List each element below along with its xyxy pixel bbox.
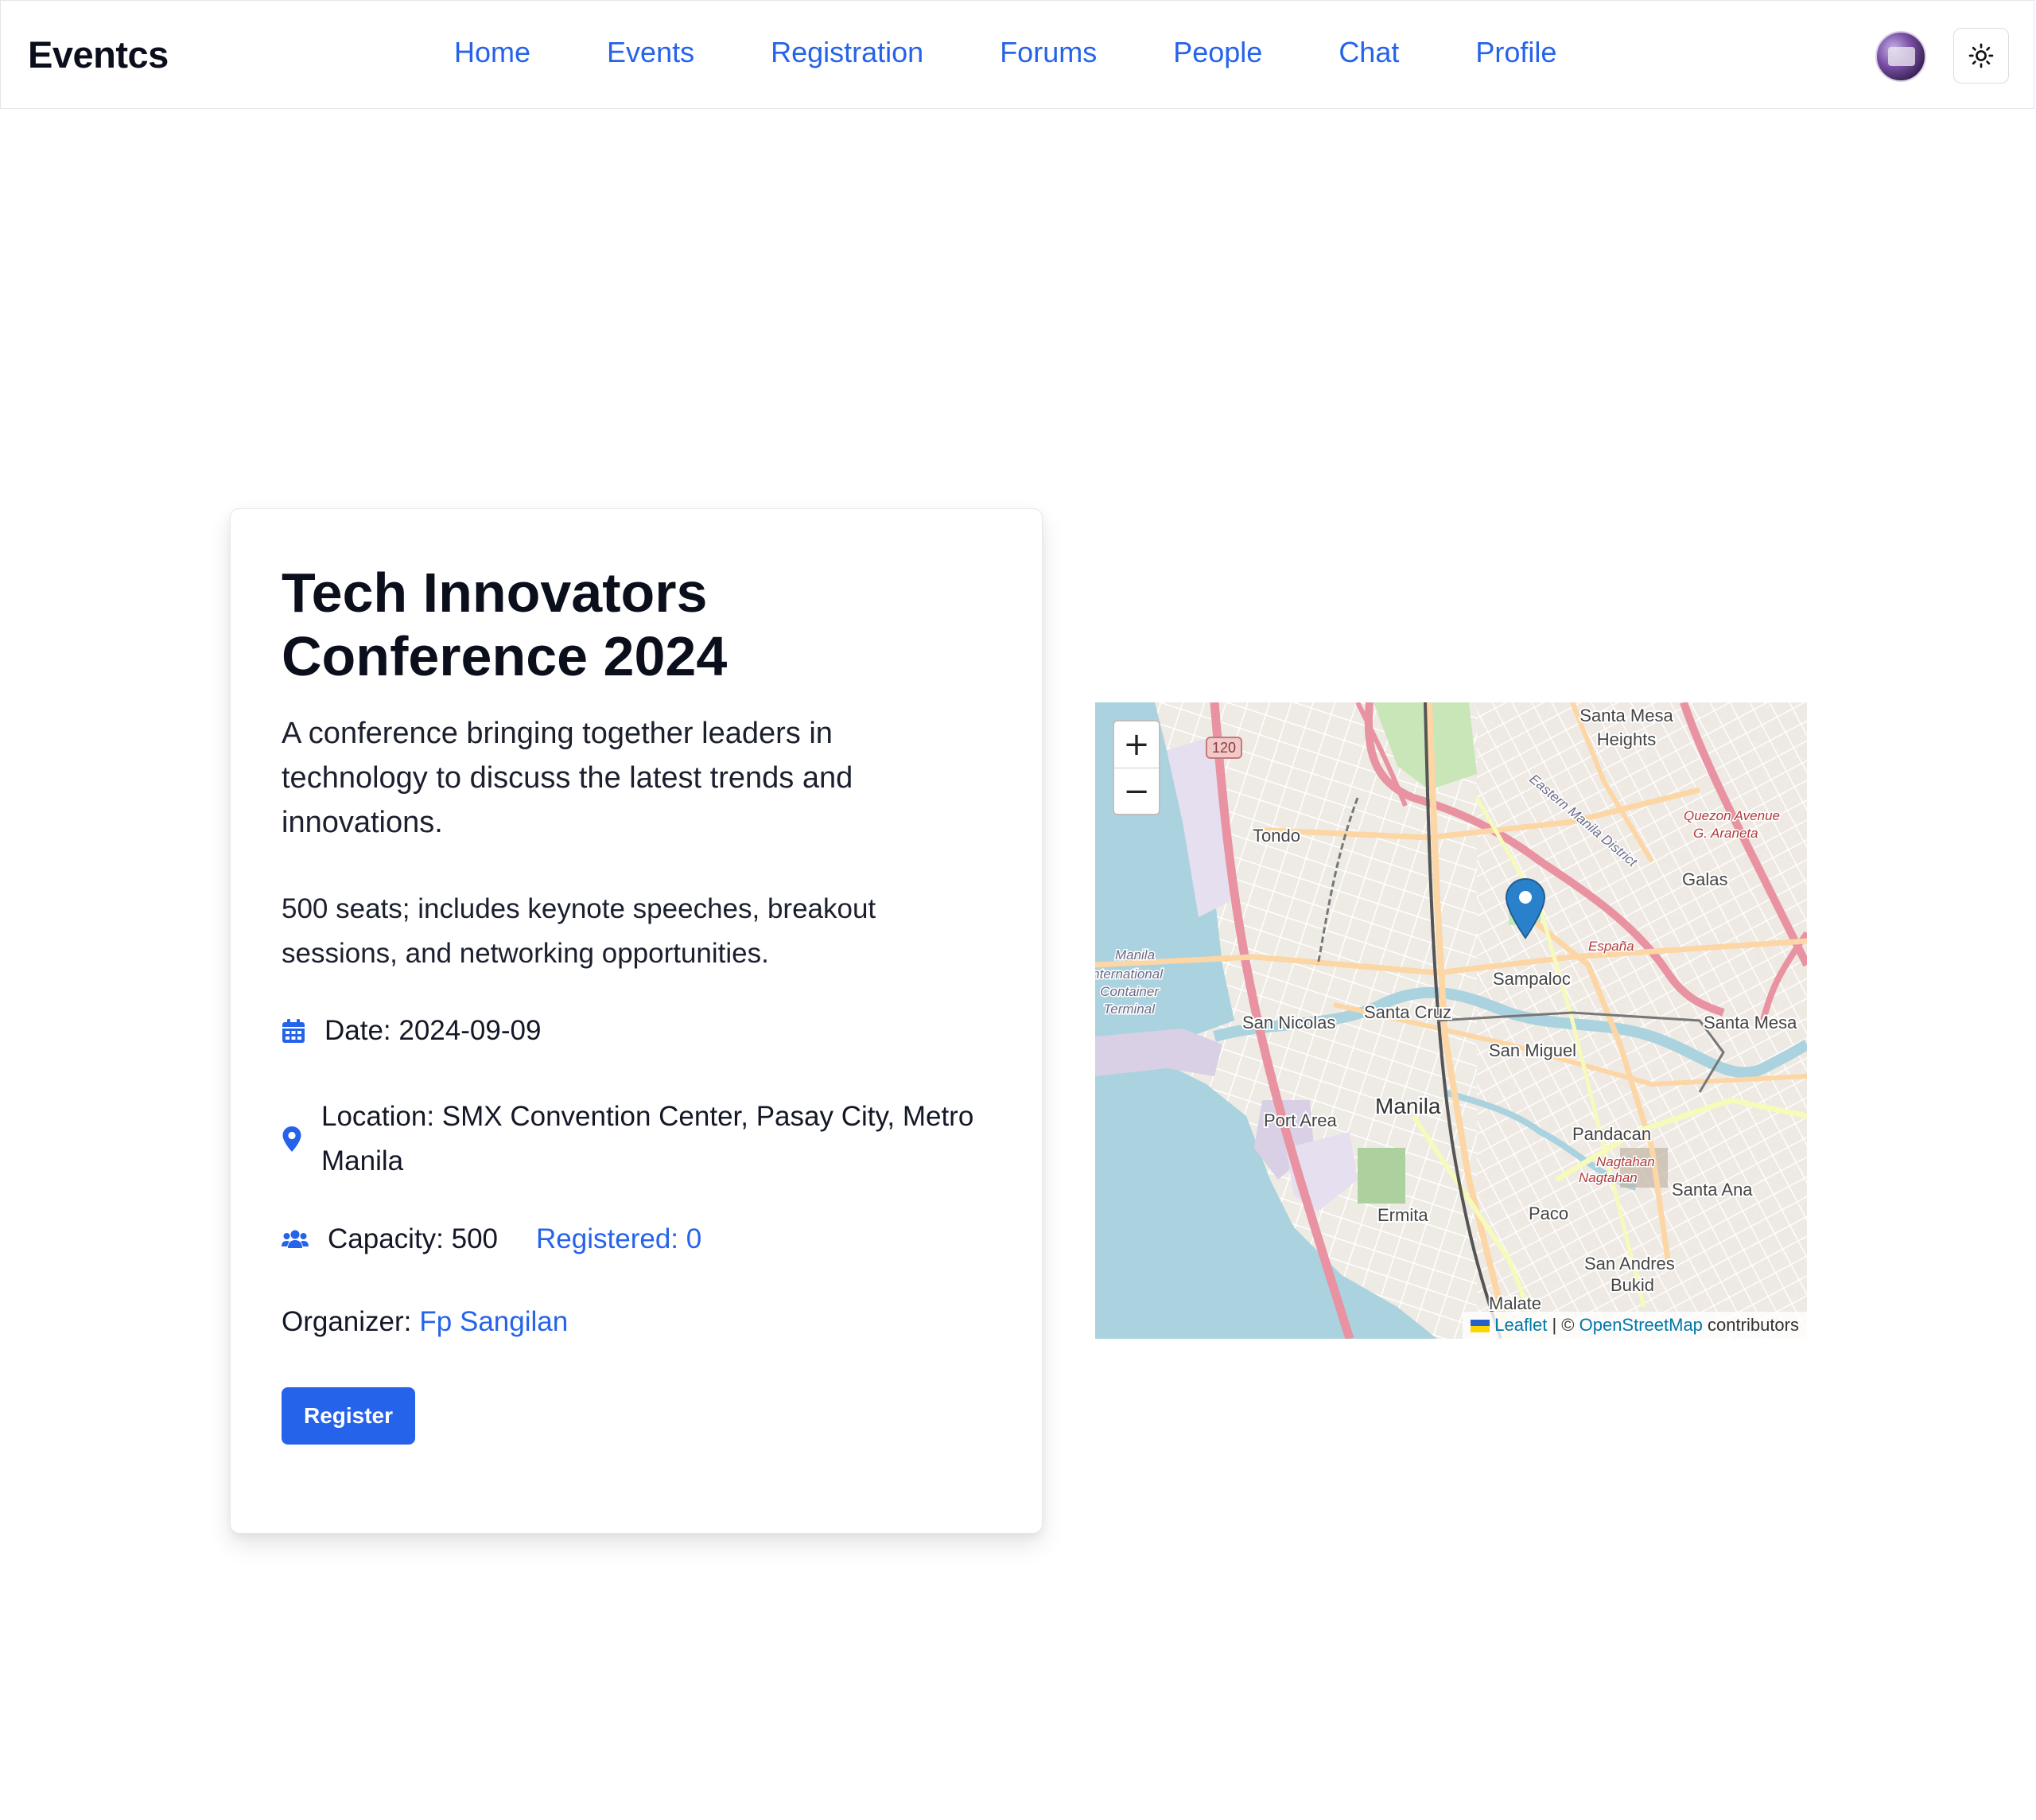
- svg-text:Malate: Malate: [1489, 1293, 1541, 1313]
- event-card: Tech Innovators Conference 2024 A confer…: [230, 508, 1043, 1534]
- event-description: A conference bringing together leaders i…: [282, 717, 853, 839]
- svg-text:Nagtahan: Nagtahan: [1596, 1154, 1655, 1169]
- svg-text:Nagtahan: Nagtahan: [1579, 1170, 1638, 1185]
- event-date-row: Date: 2024-09-09: [282, 1015, 541, 1047]
- nav-home[interactable]: Home: [454, 36, 530, 69]
- event-title: Tech Innovators Conference 2024: [282, 562, 728, 687]
- event-date: Date: 2024-09-09: [324, 1015, 542, 1046]
- sun-icon: [1968, 43, 1994, 68]
- map-pin-icon: [282, 1126, 301, 1152]
- svg-text:Paco: Paco: [1529, 1204, 1568, 1223]
- svg-text:Terminal: Terminal: [1103, 1001, 1156, 1017]
- calendar-icon: [282, 1019, 305, 1043]
- svg-text:Manila: Manila: [1115, 947, 1155, 962]
- svg-text:Santa Cruz: Santa Cruz: [1364, 1002, 1451, 1022]
- event-organizer-row: Organizer: Fp Sangilan: [282, 1306, 568, 1338]
- zoom-in-button[interactable]: +: [1114, 721, 1159, 768]
- svg-text:Heights: Heights: [1597, 729, 1657, 749]
- map-zoom-control: + −: [1113, 720, 1160, 815]
- svg-text:Port Area: Port Area: [1264, 1110, 1337, 1130]
- svg-text:España: España: [1588, 939, 1634, 954]
- nav-registration[interactable]: Registration: [771, 36, 923, 69]
- brand-logo[interactable]: Eventcs: [28, 33, 169, 76]
- svg-text:Sampaloc: Sampaloc: [1493, 969, 1571, 989]
- register-button[interactable]: Register: [282, 1387, 415, 1445]
- organizer-label: Organizer:: [282, 1306, 412, 1337]
- attribution-suffix: contributors: [1708, 1315, 1799, 1335]
- svg-text:San Miguel: San Miguel: [1489, 1040, 1576, 1060]
- nav-people[interactable]: People: [1173, 36, 1262, 69]
- event-details: 500 seats; includes keynote speeches, br…: [282, 893, 876, 969]
- event-capacity: Capacity: 500: [328, 1223, 499, 1254]
- user-avatar[interactable]: [1875, 31, 1926, 82]
- event-location: Location: SMX Convention Center, Pasay C…: [321, 1101, 974, 1176]
- svg-text:Manila: Manila: [1375, 1094, 1441, 1118]
- svg-text:Santa Mesa: Santa Mesa: [1579, 706, 1673, 725]
- nav-chat[interactable]: Chat: [1339, 36, 1399, 69]
- map-tiles[interactable]: 120 Santa Mesa Heights Tondo Galas Sampa…: [1095, 702, 1807, 1339]
- svg-text:Santa Ana: Santa Ana: [1672, 1180, 1753, 1200]
- svg-text:120: 120: [1212, 740, 1236, 756]
- nav-profile[interactable]: Profile: [1475, 36, 1556, 69]
- svg-text:Galas: Galas: [1682, 869, 1727, 889]
- svg-text:Santa Mesa: Santa Mesa: [1704, 1013, 1797, 1032]
- event-capacity-row: Capacity: 500 Registered: 0: [282, 1223, 701, 1255]
- theme-toggle-button[interactable]: [1953, 28, 2009, 84]
- svg-text:San Nicolas: San Nicolas: [1242, 1013, 1335, 1032]
- nav-links: Home Events Registration Forums People C…: [454, 36, 1556, 69]
- svg-text:San Andres: San Andres: [1584, 1254, 1675, 1274]
- svg-text:Pandacan: Pandacan: [1572, 1124, 1651, 1144]
- svg-text:G. Araneta: G. Araneta: [1693, 826, 1758, 841]
- attribution-separator: | ©: [1552, 1315, 1575, 1335]
- nav-events[interactable]: Events: [607, 36, 694, 69]
- map-attribution: Leaflet | © OpenStreetMap contributors: [1463, 1312, 1807, 1339]
- openstreetmap-link[interactable]: OpenStreetMap: [1579, 1315, 1703, 1335]
- leaflet-link[interactable]: Leaflet: [1494, 1315, 1547, 1335]
- event-map[interactable]: 120 Santa Mesa Heights Tondo Galas Sampa…: [1095, 702, 1807, 1339]
- svg-text:Bukid: Bukid: [1611, 1275, 1654, 1295]
- top-navbar: Eventcs Home Events Registration Forums …: [0, 0, 2034, 109]
- users-icon: [282, 1230, 309, 1248]
- zoom-out-button[interactable]: −: [1114, 768, 1159, 815]
- ukraine-flag-icon: [1471, 1320, 1490, 1332]
- svg-text:Quezon Avenue: Quezon Avenue: [1684, 808, 1780, 823]
- svg-text:Container: Container: [1100, 984, 1160, 999]
- svg-text:International: International: [1095, 966, 1164, 982]
- organizer-link[interactable]: Fp Sangilan: [419, 1306, 568, 1338]
- svg-text:Ermita: Ermita: [1377, 1205, 1428, 1225]
- registered-count-link[interactable]: Registered: 0: [536, 1223, 701, 1255]
- nav-forums[interactable]: Forums: [1000, 36, 1097, 69]
- event-location-row: Location: SMX Convention Center, Pasay C…: [282, 1095, 997, 1184]
- svg-text:Tondo: Tondo: [1253, 826, 1300, 846]
